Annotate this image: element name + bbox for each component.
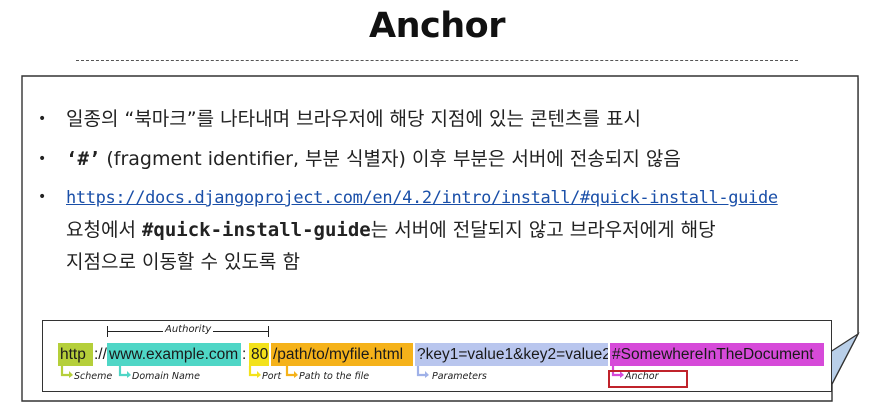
bullet-item-bookmark: • 일종의 “북마크”를 나타내며 브라우저에 해당 지점에 있는 콘텐츠를 표…	[38, 103, 828, 135]
url-scheme-separator: ://	[94, 346, 107, 363]
bullet-dot-icon: •	[38, 111, 47, 127]
bullet-text: 는 서버에 전달되지 않고 브라우저에게 해당	[370, 219, 716, 241]
path-caption: Path to the file	[299, 371, 370, 382]
authority-label: Authority	[163, 324, 214, 335]
url-domain: www.example.com	[107, 343, 241, 366]
url-anchor: #SomewhereInTheDocument	[610, 343, 824, 366]
bullet-text: 일종의 “북마크”를 나타내며 브라우저에 해당 지점에 있는 콘텐츠를 표시	[66, 108, 641, 130]
url-port: 80	[249, 343, 269, 366]
bullet-dot-icon: •	[38, 189, 47, 205]
authority-bracket: Authority	[107, 324, 269, 337]
anchor-code: #quick-install-guide	[141, 219, 371, 241]
url-port-separator: :	[242, 346, 247, 363]
bullet-text: 요청에서	[66, 219, 142, 241]
bullet-dot-icon: •	[38, 151, 47, 167]
domain-arrow-icon	[118, 366, 131, 378]
bullet-list: • 일종의 “북마크”를 나타내며 브라우저에 해당 지점에 있는 콘텐츠를 표…	[38, 103, 828, 278]
bullet-text: 지점으로 이동할 수 있도록 함	[66, 251, 300, 273]
domain-caption: Domain Name	[132, 371, 200, 382]
url-parameters: ?key1=value1&key2=value2	[415, 343, 608, 366]
anchor-highlight-box	[608, 370, 688, 388]
parameters-caption: Parameters	[432, 371, 487, 382]
scheme-arrow-icon	[60, 366, 73, 378]
url-anatomy-diagram: Authority http :// www.example.com : 80 …	[42, 320, 832, 392]
bullet-item-fragment: • ‘#’ (fragment identifier, 부분 식별자) 이후 부…	[38, 143, 828, 175]
bullet-text: (fragment identifier, 부분 식별자) 이후 부분은 서버에…	[100, 148, 681, 170]
url-scheme: http	[58, 343, 93, 366]
port-caption: Port	[262, 371, 282, 382]
path-arrow-icon	[285, 366, 298, 378]
bullet-item-example: • https://docs.djangoproject.com/en/4.2/…	[38, 181, 828, 278]
parameters-arrow-icon	[416, 366, 429, 378]
port-arrow-icon	[248, 366, 261, 378]
django-docs-link[interactable]: https://docs.djangoproject.com/en/4.2/in…	[66, 188, 778, 208]
scheme-caption: Scheme	[74, 371, 113, 382]
hash-symbol: ‘#’	[66, 148, 101, 170]
url-path: /path/to/myfile.html	[271, 343, 413, 366]
